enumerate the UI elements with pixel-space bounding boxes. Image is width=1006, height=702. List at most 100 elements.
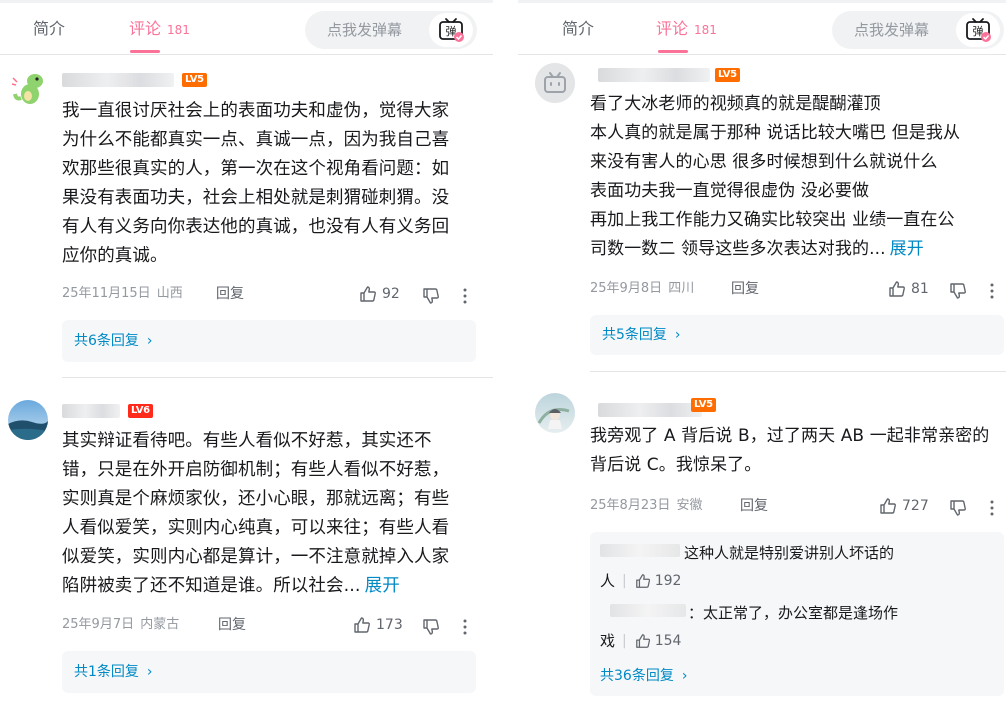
tab-comments[interactable]: 评论 181 xyxy=(656,17,717,42)
landscape-avatar-icon xyxy=(8,400,48,440)
thumbs-down-icon xyxy=(423,287,439,304)
replies-box[interactable]: 共5条回复 › xyxy=(590,315,1004,355)
sub-reply-like[interactable]: | 154 xyxy=(622,631,681,651)
tab-bar: 简介 评论 181 点我发弹幕 弹 xyxy=(518,3,1006,55)
comment-location: 四川 xyxy=(668,281,695,296)
reply-button[interactable]: 回复 xyxy=(740,496,768,516)
comment-divider xyxy=(590,371,1006,372)
comment-date: 25年11月15日 xyxy=(62,286,151,301)
comment-location: 安徽 xyxy=(676,498,703,513)
anime-avatar-icon xyxy=(535,393,575,433)
comment-date: 25年9月7日 xyxy=(62,617,135,632)
danmu-input[interactable]: 点我发弹幕 弹 xyxy=(305,11,477,49)
level-badge: LV5 xyxy=(715,68,740,82)
chevron-right-icon: › xyxy=(146,664,153,680)
sub-reply-username-blurred[interactable] xyxy=(610,604,686,617)
comment-meta: 25年9月8日 四川 xyxy=(590,279,694,299)
left-panel: 简介 评论 181 点我发弹幕 弹 LV5 我一直很讨厌社会上的表面功夫和虚伪，… xyxy=(0,0,493,702)
thumbs-up-icon xyxy=(635,634,650,648)
like-count: 81 xyxy=(911,281,929,297)
like-count: 173 xyxy=(376,617,403,633)
active-tab-indicator xyxy=(658,50,688,53)
level-badge: LV6 xyxy=(128,404,153,418)
thumbs-up-icon xyxy=(880,498,896,514)
username-blurred[interactable] xyxy=(62,73,174,87)
like-button[interactable]: 81 xyxy=(888,279,929,299)
more-icon xyxy=(990,500,994,515)
thumbs-up-icon xyxy=(354,617,370,633)
like-count: 92 xyxy=(382,286,400,302)
danmu-icon: 弹 xyxy=(439,18,464,42)
more-icon xyxy=(463,619,467,634)
screenshot-gap xyxy=(493,0,518,702)
like-button[interactable]: 92 xyxy=(359,284,400,304)
username-blurred[interactable] xyxy=(598,68,710,82)
danmu-icon: 弹 xyxy=(966,18,991,42)
dislike-button[interactable] xyxy=(949,497,967,517)
view-replies-link[interactable]: 共36条回复 › xyxy=(600,666,687,686)
dislike-button[interactable] xyxy=(422,616,440,636)
expand-link[interactable]: 展开 xyxy=(365,576,400,596)
like-count: 727 xyxy=(902,498,929,514)
right-panel: 简介 评论 181 点我发弹幕 弹 LV5 看了大冰老师的视频真的就是醍醐灌顶 … xyxy=(518,0,1006,702)
sub-reply-text: 这种人就是特别爱讲别人坏话的 xyxy=(684,544,895,562)
more-options-button[interactable] xyxy=(989,497,995,517)
thumbs-down-icon xyxy=(950,282,966,299)
view-replies-link[interactable]: 共6条回复 › xyxy=(74,331,153,351)
dinosaur-avatar-icon xyxy=(8,68,48,108)
comment-date: 25年9月8日 xyxy=(590,281,663,296)
danmu-toggle-button[interactable]: 弹 xyxy=(956,13,1000,47)
comment-text: 其实辩证看待吧。有些人看似不好惹，其实还不 错，只是在外开启防御机制；有些人看似… xyxy=(62,431,450,596)
comment-count: 181 xyxy=(167,23,190,37)
sub-reply-username-blurred[interactable] xyxy=(600,544,680,557)
comment-text: 我一直很讨厌社会上的表面功夫和虚伪，觉得大家 为什么不能都真实一点、真诚一点，因… xyxy=(62,101,450,266)
more-options-button[interactable] xyxy=(462,616,468,636)
replies-box[interactable]: 共6条回复 › xyxy=(62,320,476,362)
danmu-placeholder: 点我发弹幕 xyxy=(854,21,930,39)
comment-text: 我旁观了 A 背后说 B，过了两天 AB 一起非常亲密的 背后说 C。我惊呆了。 xyxy=(590,426,990,475)
sub-reply-text: ：太正常了，办公室都是逢场作 xyxy=(688,604,899,622)
tab-intro[interactable]: 简介 xyxy=(562,17,594,41)
expand-link[interactable]: 展开 xyxy=(890,239,924,259)
active-tab-indicator xyxy=(130,50,160,53)
level-badge: LV5 xyxy=(182,73,207,87)
chevron-right-icon: › xyxy=(674,327,681,343)
view-replies-link[interactable]: 共5条回复 › xyxy=(602,325,681,345)
comment-divider xyxy=(62,377,493,378)
like-button[interactable]: 727 xyxy=(879,496,929,516)
view-replies-link[interactable]: 共1条回复 › xyxy=(74,662,153,682)
replies-box[interactable]: 共1条回复 › xyxy=(62,651,476,693)
dislike-button[interactable] xyxy=(949,280,967,300)
danmu-toggle-button[interactable]: 弹 xyxy=(429,13,473,47)
tab-intro[interactable]: 简介 xyxy=(33,17,65,41)
reply-button[interactable]: 回复 xyxy=(218,615,246,635)
like-button[interactable]: 173 xyxy=(353,615,403,635)
thumbs-up-icon xyxy=(635,574,650,588)
avatar[interactable] xyxy=(8,400,48,440)
chevron-right-icon: › xyxy=(681,668,688,684)
sub-reply-like[interactable]: | 192 xyxy=(622,571,681,591)
thumbs-down-icon xyxy=(950,499,966,516)
level-badge: LV5 xyxy=(691,398,716,412)
more-options-button[interactable] xyxy=(989,280,995,300)
comment-location: 山西 xyxy=(156,286,183,301)
tab-bar: 简介 评论 181 点我发弹幕 弹 xyxy=(0,3,493,55)
avatar[interactable] xyxy=(535,63,575,103)
default-tv-avatar-icon xyxy=(535,63,575,103)
thumbs-up-icon xyxy=(889,281,905,297)
danmu-input[interactable]: 点我发弹幕 弹 xyxy=(832,11,1004,49)
more-options-button[interactable] xyxy=(462,285,468,305)
sub-reply-text-continued: 戏 xyxy=(600,632,616,650)
username-blurred[interactable] xyxy=(62,404,120,418)
comment-text: 看了大冰老师的视频真的就是醍醐灌顶 本人真的就是属于那种 说话比较大嘴巴 但是我… xyxy=(590,94,961,259)
reply-button[interactable]: 回复 xyxy=(731,279,759,299)
more-icon xyxy=(463,288,467,303)
username-blurred[interactable] xyxy=(598,403,702,417)
tab-comments[interactable]: 评论 181 xyxy=(129,17,190,42)
avatar[interactable] xyxy=(535,393,575,433)
dislike-button[interactable] xyxy=(422,285,440,305)
reply-button[interactable]: 回复 xyxy=(216,284,244,304)
comment-meta: 25年9月7日 内蒙古 xyxy=(62,615,179,635)
avatar[interactable] xyxy=(8,68,48,108)
comment-location: 内蒙古 xyxy=(140,617,180,632)
